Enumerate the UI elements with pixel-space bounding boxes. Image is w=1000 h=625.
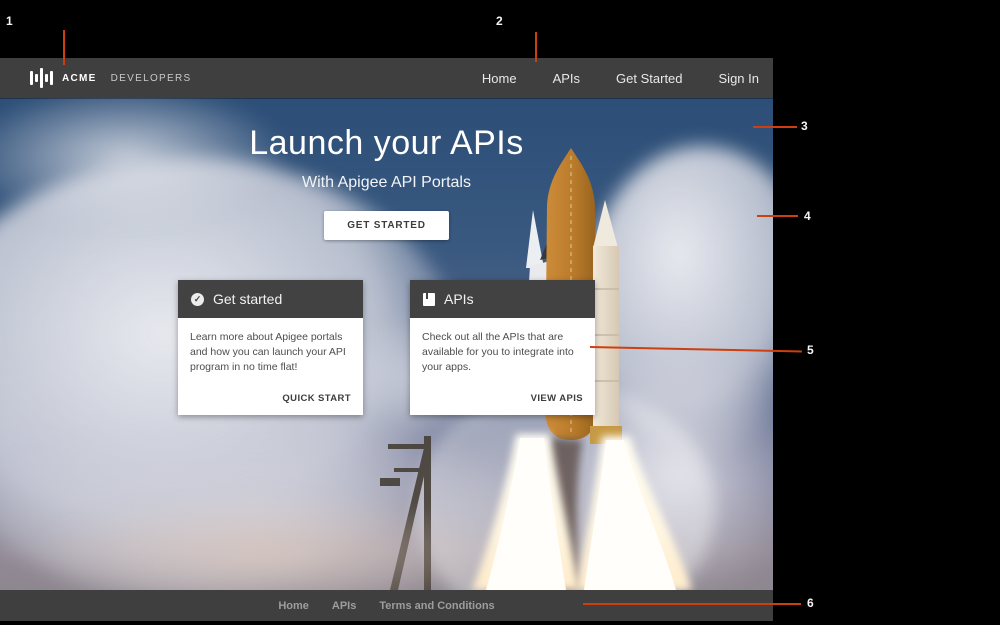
card-header: ✓ Get started [178,280,363,318]
callout-4-label: 4 [804,209,811,223]
check-circle-icon: ✓ [191,293,204,306]
card-get-started: ✓ Get started Learn more about Apigee po… [178,280,363,415]
callout-1-label: 1 [6,14,13,28]
brand-name: ACME [62,73,97,84]
site-footer: Home APIs Terms and Conditions [0,590,773,621]
callout-2-line [535,32,537,62]
callout-6-label: 6 [807,596,814,610]
card-body-text: Check out all the APIs that are availabl… [410,318,595,385]
quick-start-link[interactable]: QUICK START [178,385,363,415]
brand-suffix: DEVELOPERS [111,73,192,84]
main-nav: Home APIs Get Started Sign In [482,71,759,86]
hero-content: Launch your APIs With Apigee API Portals… [0,98,773,240]
card-apis: APIs Check out all the APIs that are ava… [410,280,595,415]
callout-3-line [753,126,797,128]
card-title: Get started [213,291,282,307]
book-icon [423,293,435,306]
nav-item-apis[interactable]: APIs [553,71,580,86]
callout-4-line [757,215,798,217]
portal-screenshot: ACME DEVELOPERS Home APIs Get Started Si… [0,58,773,621]
callout-3-label: 3 [801,119,808,133]
callout-1-line [63,30,65,65]
footer-link-terms[interactable]: Terms and Conditions [379,600,494,612]
hero-subtitle: With Apigee API Portals [0,174,773,192]
nav-item-home[interactable]: Home [482,71,517,86]
site-header: ACME DEVELOPERS Home APIs Get Started Si… [0,58,773,98]
hero-title: Launch your APIs [0,124,773,163]
footer-link-apis[interactable]: APIs [332,600,356,612]
view-apis-link[interactable]: VIEW APIS [410,385,595,415]
get-started-button[interactable]: GET STARTED [324,211,449,240]
nav-item-get-started[interactable]: Get Started [616,71,682,86]
equalizer-logo-icon [30,66,53,90]
footer-link-home[interactable]: Home [278,600,309,612]
card-title: APIs [444,291,474,307]
callout-5-label: 5 [807,343,814,357]
hero-section: Launch your APIs With Apigee API Portals… [0,98,773,590]
brand-logo[interactable]: ACME DEVELOPERS [30,66,191,90]
card-body-text: Learn more about Apigee portals and how … [178,318,363,385]
callout-2-label: 2 [496,14,503,28]
nav-item-sign-in[interactable]: Sign In [719,71,759,86]
callout-6-line [583,603,801,605]
card-header: APIs [410,280,595,318]
